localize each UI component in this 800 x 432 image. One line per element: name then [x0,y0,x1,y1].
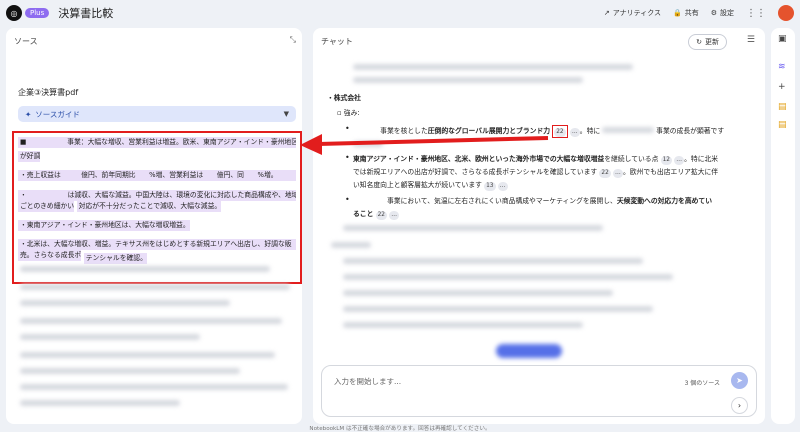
annotation-arrow [300,134,549,155]
